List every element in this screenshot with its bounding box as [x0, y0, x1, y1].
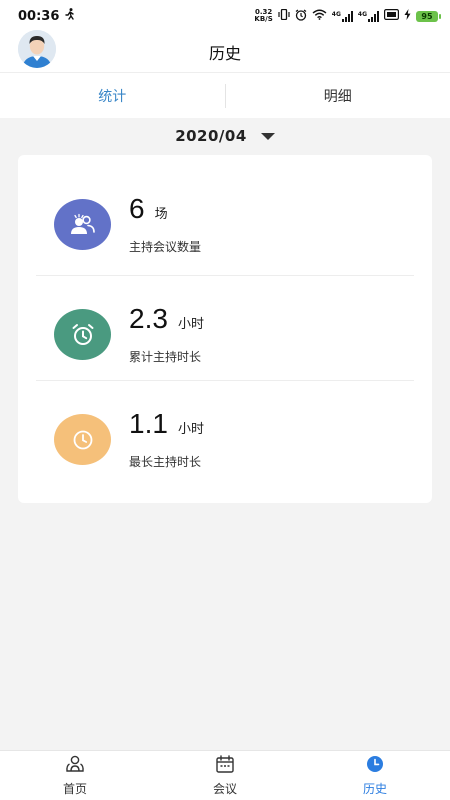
stat-value-line: 2.3 小时: [129, 303, 204, 335]
stat-unit: 小时: [177, 317, 204, 332]
month-value: 2020/04: [175, 127, 247, 145]
signal-icon: 4G: [332, 10, 353, 22]
nav-history[interactable]: 历史: [300, 751, 450, 800]
tab-bar: 统计 明细: [0, 72, 450, 118]
stat-unit: 场: [154, 207, 168, 222]
header: 历史: [0, 30, 450, 72]
stat-longest-duration: 1.1 小时 最长主持时长: [18, 380, 432, 484]
stat-value: 2.3: [129, 303, 168, 334]
stat-value: 1.1: [129, 408, 168, 439]
battery-icon: 95: [416, 10, 441, 22]
stat-value: 6: [129, 193, 145, 224]
stat-value-line: 1.1 小时: [129, 408, 204, 440]
alarm-clock-icon: [54, 309, 111, 360]
status-time: 00:36: [18, 8, 60, 24]
nav-meeting[interactable]: 会议: [150, 751, 300, 800]
net-speed: 0.32 KB/S: [254, 8, 273, 23]
avatar[interactable]: [18, 30, 56, 68]
caret-down-icon: [260, 132, 275, 140]
nav-label: 历史: [362, 781, 387, 796]
status-bar: 00:36 0.32 KB/S 4G 4G 95: [0, 0, 450, 32]
status-right: 0.32 KB/S 4G 4G 95: [254, 8, 441, 24]
history-clock-icon: [365, 755, 385, 777]
calendar-icon: [215, 754, 235, 777]
stat-meeting-count: 6 场 主持会议数量: [18, 165, 432, 269]
bottom-nav: 首页 会议 历史: [0, 750, 450, 800]
stat-label: 累计主持时长: [129, 350, 202, 364]
stat-label: 最长主持时长: [129, 455, 202, 469]
walk-icon: [65, 8, 75, 24]
home-icon: [65, 755, 85, 777]
group-icon: [54, 199, 111, 250]
month-selector[interactable]: 2020/04: [0, 118, 450, 154]
nav-label: 首页: [62, 781, 87, 796]
page-title: 历史: [208, 44, 241, 63]
stat-unit: 小时: [177, 422, 204, 437]
vibrate-icon: [278, 8, 290, 23]
tab-details[interactable]: 明细: [226, 86, 450, 106]
stat-total-duration: 2.3 小时 累计主持时长: [18, 275, 432, 379]
stat-value-line: 6 场: [129, 193, 168, 225]
wifi-icon: [312, 9, 327, 23]
charging-icon: [404, 9, 411, 23]
clock-icon: [54, 414, 111, 465]
alarm-icon: [295, 9, 307, 24]
stats-card: 6 场 主持会议数量 2.3 小时 累计主持时长 1.1 小时 最长主持时长: [18, 155, 432, 503]
hd-icon: [384, 9, 400, 23]
tab-statistics[interactable]: 统计: [0, 86, 225, 106]
signal-icon: 4G: [358, 10, 379, 22]
nav-label: 会议: [212, 781, 237, 796]
stat-label: 主持会议数量: [129, 240, 202, 254]
nav-home[interactable]: 首页: [0, 751, 150, 800]
status-left: 00:36: [18, 8, 75, 24]
